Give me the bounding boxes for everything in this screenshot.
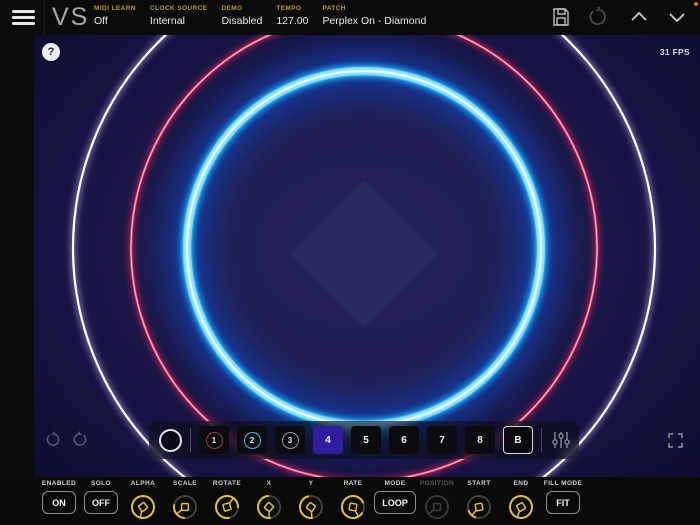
start-knob[interactable] <box>464 491 494 521</box>
layer-button-4[interactable]: 4 <box>313 426 343 454</box>
chevron-down-icon[interactable] <box>666 6 688 28</box>
layer-selector: 1 2 345678B <box>149 421 579 459</box>
chevron-up-icon[interactable] <box>628 6 650 28</box>
menu-icon[interactable] <box>12 10 35 25</box>
layer-button-8[interactable]: 8 <box>465 426 495 454</box>
layer-controls: ENABLED ON SOLO OFF ALPHA SCALE ROTATE X Y RATE MO… <box>38 480 584 521</box>
control-y: Y <box>290 480 332 521</box>
control-label: POSITION <box>420 480 454 487</box>
divider <box>541 428 542 452</box>
top-field-midi-learn[interactable]: MIDI LEARN Off <box>94 5 136 27</box>
layer-buttons: 1 2 345678B <box>199 426 541 454</box>
control-label: ROTATE <box>213 480 241 487</box>
left-sidebar <box>0 35 34 525</box>
control-label: ENABLED <box>42 480 76 487</box>
fullscreen-icon[interactable] <box>667 432 684 449</box>
app-logo: VS <box>52 3 89 32</box>
control-alpha: ALPHA <box>122 480 164 521</box>
field-value: Perplex On - Diamond <box>322 15 426 27</box>
layer-button-1[interactable]: 1 <box>199 426 229 454</box>
layer-thumbnail-ring: 3 <box>282 432 299 449</box>
control-fill-mode: FILL MODE FIT <box>542 480 584 521</box>
patch-info-fields: MIDI LEARN Off CLOCK SOURCE Internal DEMO Dis… <box>94 5 426 27</box>
control-label: ALPHA <box>131 480 155 487</box>
control-label: MODE <box>384 480 405 487</box>
divider <box>44 0 45 35</box>
top-field-patch[interactable]: PATCH Perplex On - Diamond <box>322 5 426 27</box>
top-field-tempo[interactable]: TEMPO 127.00 <box>276 5 308 27</box>
vs-app: VS MIDI LEARN Off CLOCK SOURCE Internal DEMO… <box>0 0 700 525</box>
control-label: X <box>267 480 272 487</box>
control-label: Y <box>309 480 314 487</box>
canvas-redo-icon[interactable] <box>72 431 89 448</box>
alpha-knob[interactable] <box>128 491 158 521</box>
control-scale: SCALE <box>164 480 206 521</box>
x-knob[interactable] <box>254 491 284 521</box>
field-label: DEMO <box>221 5 262 12</box>
field-value: Internal <box>150 15 208 27</box>
scale-knob[interactable] <box>170 491 200 521</box>
undo-icon[interactable] <box>586 6 608 28</box>
save-icon[interactable] <box>550 6 572 28</box>
layer-button-2[interactable]: 2 <box>237 426 267 454</box>
control-label: END <box>514 480 529 487</box>
end-knob[interactable] <box>506 491 536 521</box>
control-end: END <box>500 480 542 521</box>
control-label: FILL MODE <box>544 480 583 487</box>
field-value: Disabled <box>221 15 262 27</box>
control-position: POSITION <box>416 480 458 521</box>
control-x: X <box>248 480 290 521</box>
control-bar: ENABLED ON SOLO OFF ALPHA SCALE ROTATE X Y RATE MO… <box>0 477 700 525</box>
layer-button-b[interactable]: B <box>503 426 533 454</box>
layer-button-6[interactable]: 6 <box>389 426 419 454</box>
top-field-demo[interactable]: DEMO Disabled <box>221 5 262 27</box>
field-value: Off <box>94 15 136 27</box>
rotate-knob[interactable] <box>212 491 242 521</box>
field-label: MIDI LEARN <box>94 5 136 12</box>
control-mode: MODE LOOP <box>374 480 416 521</box>
field-value: 127.00 <box>276 15 308 27</box>
canvas-undo-icon[interactable] <box>44 431 61 448</box>
control-label: START <box>467 480 490 487</box>
field-label: CLOCK SOURCE <box>150 5 208 12</box>
divider <box>190 428 191 452</box>
control-start: START <box>458 480 500 521</box>
top-bar: VS MIDI LEARN Off CLOCK SOURCE Internal DEMO… <box>0 0 700 35</box>
top-field-clock-source[interactable]: CLOCK SOURCE Internal <box>150 5 208 27</box>
layer-button-5[interactable]: 5 <box>351 426 381 454</box>
layer-thumbnail-ring: 1 <box>206 432 223 449</box>
control-rotate: ROTATE <box>206 480 248 521</box>
help-button[interactable]: ? <box>42 43 60 61</box>
fill-mode-toggle-button[interactable]: FIT <box>546 491 580 514</box>
y-knob[interactable] <box>296 491 326 521</box>
notification-dot <box>694 2 698 6</box>
layer-button-7[interactable]: 7 <box>427 426 457 454</box>
field-label: PATCH <box>322 5 426 12</box>
layer-thumbnail-ring: 2 <box>244 432 261 449</box>
solo-toggle-button[interactable]: OFF <box>84 491 118 514</box>
position-knob <box>422 491 452 521</box>
field-label: TEMPO <box>276 5 308 12</box>
control-label: SOLO <box>91 480 111 487</box>
mode-toggle-button[interactable]: LOOP <box>374 491 416 514</box>
layer-master-button[interactable] <box>159 429 182 452</box>
rate-knob[interactable] <box>338 491 368 521</box>
control-rate: RATE <box>332 480 374 521</box>
rings-visual <box>34 35 700 477</box>
fps-counter: 31 FPS <box>660 47 690 57</box>
control-enabled: ENABLED ON <box>38 480 80 521</box>
layer-button-3[interactable]: 3 <box>275 426 305 454</box>
enabled-toggle-button[interactable]: ON <box>42 491 76 514</box>
control-label: SCALE <box>173 480 197 487</box>
control-label: RATE <box>344 480 363 487</box>
visual-canvas[interactable]: ? 31 FPS 1 2 345678B <box>34 35 700 477</box>
control-solo: SOLO OFF <box>80 480 122 521</box>
mixer-icon[interactable] <box>550 430 572 450</box>
